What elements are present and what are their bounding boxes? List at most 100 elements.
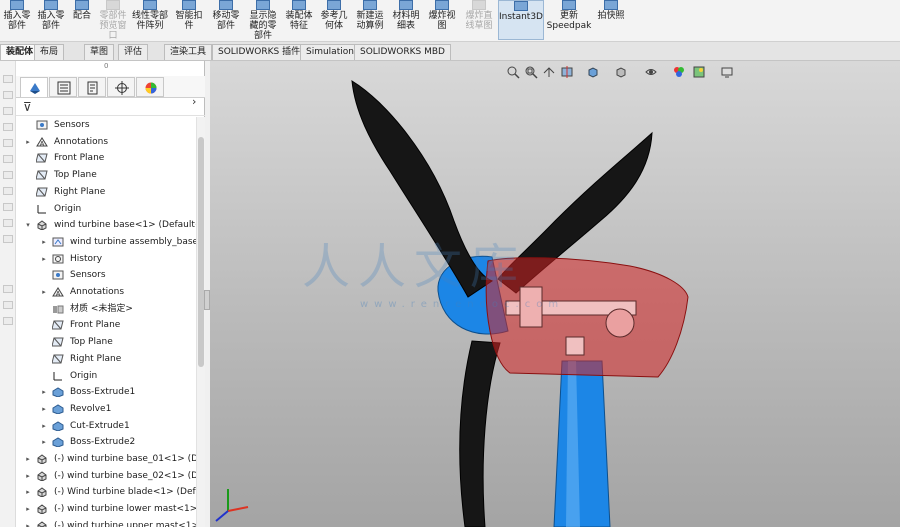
tree-node[interactable]: Top Plane xyxy=(16,334,196,350)
ribbon-button[interactable]: 参考几 何体 xyxy=(316,0,352,40)
command-icon xyxy=(292,0,306,10)
task-icon[interactable] xyxy=(3,171,13,179)
ribbon-button[interactable]: 爆炸直 线草图 xyxy=(460,0,498,40)
expander-icon[interactable]: ▸ xyxy=(40,284,48,300)
tree-node[interactable]: ▸ Revolve1 xyxy=(16,401,196,417)
tree-node[interactable]: ▸ A Annotations xyxy=(16,134,196,150)
tree-node[interactable]: ▸ A Annotations xyxy=(16,284,196,300)
graphics-area[interactable]: 人人文库 www.renrendoc.com xyxy=(210,61,900,527)
ribbon-button[interactable]: 爆炸视 图 xyxy=(424,0,460,40)
scrollbar-thumb[interactable] xyxy=(198,137,204,367)
task-icon[interactable] xyxy=(3,235,13,243)
ribbon-button[interactable]: 智能扣 件 xyxy=(170,0,208,40)
task-icon[interactable] xyxy=(3,317,13,325)
expander-icon[interactable]: ▸ xyxy=(24,501,32,517)
tree-node[interactable]: ▸ (-) wind turbine base_01<1> (D xyxy=(16,451,196,467)
expander-icon[interactable]: ▸ xyxy=(24,518,32,527)
tree-node[interactable]: ▾ wind turbine base<1> (Default< xyxy=(16,217,196,233)
expander-icon[interactable]: ▸ xyxy=(40,251,48,267)
ribbon-button[interactable]: 线性零部 件阵列 xyxy=(130,0,170,40)
command-icon xyxy=(562,0,576,10)
ribbon-button[interactable]: 装配体 特征 xyxy=(282,0,316,40)
filter-icon[interactable]: ⊽ xyxy=(23,101,32,113)
ribbon-button-label: 插入零 部件 xyxy=(3,11,31,31)
tab[interactable]: 渲染工具 xyxy=(164,44,213,60)
expander-icon[interactable]: ▸ xyxy=(40,418,48,434)
tree-node[interactable]: Right Plane xyxy=(16,351,196,367)
expander-icon[interactable]: ▸ xyxy=(40,234,48,250)
tree-node[interactable]: ▸ Cut-Extrude1 xyxy=(16,418,196,434)
ribbon-button[interactable]: 拍快照 xyxy=(592,0,630,40)
command-icon xyxy=(106,0,120,10)
task-icon[interactable] xyxy=(3,91,13,99)
tree-node[interactable]: ▸ (-) wind turbine lower mast<1> xyxy=(16,501,196,517)
tab-property-manager[interactable] xyxy=(49,77,77,97)
expander-icon[interactable]: ▸ xyxy=(24,484,32,500)
expander-icon[interactable]: ▸ xyxy=(24,468,32,484)
expander-icon[interactable]: ▸ xyxy=(24,134,32,150)
tree-node[interactable]: Origin xyxy=(16,201,196,217)
expander-icon[interactable]: ▸ xyxy=(40,401,48,417)
ribbon-button[interactable]: 材料明 细表 xyxy=(388,0,424,40)
tree-node[interactable]: Sensors xyxy=(16,117,196,133)
tab[interactable]: 布局 xyxy=(34,44,65,60)
tree-node[interactable]: Sensors xyxy=(16,267,196,283)
tree-node[interactable]: ▸ History xyxy=(16,251,196,267)
ribbon-button-label: 装配体 特征 xyxy=(285,11,313,31)
expander-icon[interactable]: ▸ xyxy=(40,384,48,400)
task-icon[interactable] xyxy=(3,123,13,131)
tree-node[interactable]: ▸ Boss-Extrude2 xyxy=(16,434,196,450)
ribbon-button[interactable]: 新建运 动算例 xyxy=(352,0,388,40)
tab[interactable]: Simulation xyxy=(300,44,360,60)
expander-icon[interactable]: ▸ xyxy=(24,451,32,467)
tree-node[interactable]: Top Plane xyxy=(16,167,196,183)
ribbon-button[interactable]: Instant3D xyxy=(498,0,544,40)
expander-icon[interactable]: ▾ xyxy=(24,217,32,233)
tree-node[interactable]: Right Plane xyxy=(16,184,196,200)
tab-dimxpert-manager[interactable] xyxy=(107,77,135,97)
task-icon[interactable] xyxy=(3,155,13,163)
task-icon[interactable] xyxy=(3,187,13,195)
task-icon[interactable] xyxy=(3,285,13,293)
ribbon-button[interactable]: 零部件 预览窗 口 xyxy=(96,0,130,40)
tree-node[interactable]: ▸ (-) wind turbine base_02<1> (D xyxy=(16,468,196,484)
ribbon-button[interactable]: 配合 xyxy=(68,0,96,40)
ribbon-button-label: 参考几 何体 xyxy=(320,11,348,31)
tab[interactable]: 评估 xyxy=(118,44,149,60)
tree-node[interactable]: Front Plane xyxy=(16,150,196,166)
task-icon[interactable] xyxy=(3,219,13,227)
panel-handle[interactable]: 0 xyxy=(104,62,108,70)
tree-filter[interactable]: ⊽ xyxy=(16,98,205,116)
plane-icon xyxy=(52,337,64,347)
tree-node[interactable]: Origin xyxy=(16,368,196,384)
ribbon-button[interactable]: 插入零 部件 xyxy=(34,0,68,40)
tab[interactable]: SOLIDWORKS MBD xyxy=(354,44,451,60)
ribbon-button[interactable]: 显示隐 藏的零 部件 xyxy=(244,0,282,40)
tree-node[interactable]: 材质 <未指定> xyxy=(16,301,196,317)
tree-node[interactable]: ▸ Boss-Extrude1 xyxy=(16,384,196,400)
tab-configuration-manager[interactable] xyxy=(78,77,106,97)
expander-icon[interactable]: ▸ xyxy=(40,434,48,450)
ribbon-button[interactable]: 更新 Speedpak xyxy=(546,0,592,40)
tree-scrollbar[interactable] xyxy=(196,117,205,527)
ribbon-button[interactable]: 插入零 部件 xyxy=(0,0,34,40)
mast[interactable] xyxy=(553,360,611,527)
tree-node[interactable]: ▸ (-) wind turbine upper mast<1> xyxy=(16,518,196,527)
tab-display-manager[interactable] xyxy=(136,77,164,97)
ribbon-button[interactable]: 移动零 部件 xyxy=(208,0,244,40)
tab-feature-tree[interactable] xyxy=(20,77,48,97)
tab[interactable]: SOLIDWORKS 插件 xyxy=(212,44,307,60)
task-icon[interactable] xyxy=(3,107,13,115)
tab[interactable]: 草图 xyxy=(84,44,115,60)
task-icon[interactable] xyxy=(3,203,13,211)
task-icon[interactable] xyxy=(3,139,13,147)
tree-node-label: (-) wind turbine upper mast<1> xyxy=(54,520,196,527)
tree-node[interactable]: ▸ (-) Wind turbine blade<1> (Def xyxy=(16,484,196,500)
task-icon[interactable] xyxy=(3,301,13,309)
task-icon[interactable] xyxy=(3,75,13,83)
tree-node[interactable]: ▸ wind turbine assembly_base xyxy=(16,234,196,250)
blade-lower[interactable] xyxy=(459,340,501,527)
ribbon-button-label: 线性零部 件阵列 xyxy=(131,11,168,31)
tree-node[interactable]: Front Plane xyxy=(16,317,196,333)
ribbon-button-label: 材料明 细表 xyxy=(392,11,420,31)
